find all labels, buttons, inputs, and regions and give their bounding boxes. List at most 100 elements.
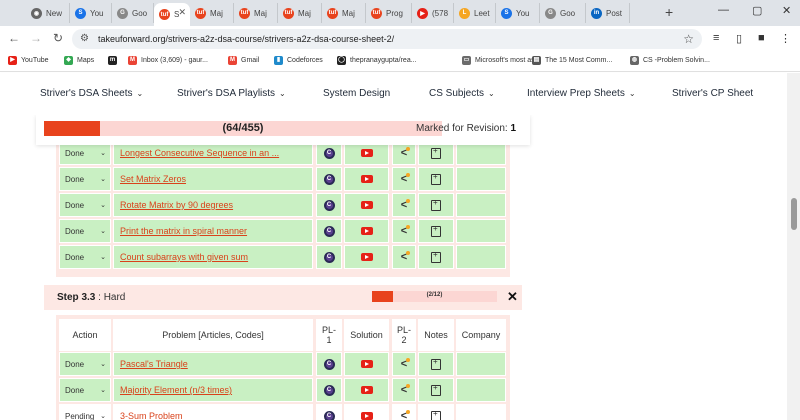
bookmark-item[interactable]: ▭ Microsoft's most as...: [462, 56, 541, 65]
browser-tab[interactable]: tuf S ✕: [154, 3, 190, 26]
status-select[interactable]: Pending ⌄: [59, 404, 111, 420]
leetcode-icon[interactable]: <: [401, 384, 411, 396]
bookmark-item[interactable]: ▶ YouTube: [8, 56, 49, 65]
scrollbar-thumb[interactable]: [791, 198, 797, 230]
step-header[interactable]: Step 3.3 : Hard (2/12) ✕: [44, 285, 522, 310]
problem-link[interactable]: 3-Sum Problem: [120, 411, 183, 420]
add-note-icon[interactable]: [431, 224, 441, 237]
youtube-icon[interactable]: [360, 227, 373, 235]
site-info-icon[interactable]: ⚙: [80, 33, 89, 44]
nav-item[interactable]: Striver's DSA Playlists ⌄: [177, 88, 286, 99]
table-cell: [344, 378, 389, 402]
page-scrollbar[interactable]: [787, 73, 800, 420]
add-note-icon[interactable]: [431, 383, 441, 396]
nav-item[interactable]: Interview Prep Sheets ⌄: [527, 88, 636, 99]
youtube-icon[interactable]: [360, 201, 373, 209]
codestudio-icon[interactable]: C: [323, 358, 335, 370]
add-note-icon[interactable]: [431, 357, 441, 370]
add-note-icon[interactable]: [431, 250, 441, 263]
add-note-icon[interactable]: [431, 172, 441, 185]
browser-tab[interactable]: in Post: [586, 3, 630, 23]
status-select[interactable]: Done ⌄: [59, 378, 111, 402]
codestudio-icon[interactable]: C: [323, 173, 335, 185]
status-select[interactable]: Done ⌄: [59, 167, 111, 191]
add-note-icon[interactable]: [431, 198, 441, 211]
bookmark-item[interactable]: ◯ thepranaygupta/rea...: [337, 56, 417, 65]
browser-tab[interactable]: tuf Prog: [366, 3, 412, 23]
youtube-icon[interactable]: [360, 412, 373, 420]
problem-link[interactable]: Rotate Matrix by 90 degrees: [120, 200, 233, 210]
youtube-icon[interactable]: [360, 175, 373, 183]
chevron-down-icon: ⌄: [100, 228, 106, 235]
maximize-icon[interactable]: ▢: [752, 4, 762, 17]
problem-link[interactable]: Majority Element (n/3 times): [120, 385, 232, 395]
side-panel-icon[interactable]: ▯: [736, 32, 742, 45]
bookmark-star-icon[interactable]: ☆: [683, 32, 694, 46]
close-tab-icon[interactable]: ✕: [178, 7, 186, 18]
add-note-icon[interactable]: [431, 409, 441, 420]
youtube-icon[interactable]: [360, 360, 373, 368]
menu-icon[interactable]: ⋮: [780, 32, 791, 45]
status-select[interactable]: Done ⌄: [59, 352, 111, 376]
browser-tab[interactable]: S You: [496, 3, 540, 23]
leetcode-icon[interactable]: <: [401, 147, 411, 159]
close-window-icon[interactable]: ✕: [782, 4, 791, 17]
nav-item[interactable]: Striver's DSA Sheets ⌄: [40, 88, 143, 99]
browser-tab[interactable]: ◉ New: [26, 3, 70, 23]
leetcode-icon[interactable]: <: [401, 199, 411, 211]
column-header-label: PL-: [396, 325, 411, 335]
browser-tab[interactable]: L Leet: [454, 3, 496, 23]
leetcode-icon[interactable]: <: [401, 410, 411, 420]
youtube-icon[interactable]: [360, 253, 373, 261]
bookmark-item[interactable]: ◍ CS -Problem Solvin...: [630, 56, 710, 65]
back-icon[interactable]: ←: [6, 31, 22, 45]
bookmark-item[interactable]: ▤ The 15 Most Comm...: [532, 56, 612, 65]
problem-link[interactable]: Count subarrays with given sum: [120, 252, 248, 262]
problem-link[interactable]: Print the matrix in spiral manner: [120, 226, 247, 236]
codestudio-icon[interactable]: C: [323, 225, 335, 237]
bookmark-item[interactable]: M Inbox (3,609) - gaur...: [128, 56, 208, 65]
problem-link[interactable]: Longest Consecutive Sequence in an ...: [120, 148, 279, 158]
browser-tab[interactable]: G Goo: [540, 3, 586, 23]
forward-icon[interactable]: →: [28, 31, 44, 45]
new-tab-icon[interactable]: +: [665, 4, 673, 20]
bookmark-item[interactable]: m: [108, 56, 117, 65]
codestudio-icon[interactable]: C: [323, 199, 335, 211]
problem-link[interactable]: Set Matrix Zeros: [120, 174, 186, 184]
bookmark-item[interactable]: ◆ Maps: [64, 56, 94, 65]
collapse-icon[interactable]: ✕: [507, 289, 518, 305]
browser-tab[interactable]: tuf Maj: [234, 3, 278, 23]
minimize-icon[interactable]: —: [718, 4, 729, 16]
codestudio-icon[interactable]: C: [323, 410, 335, 420]
status-select[interactable]: Done ⌄: [59, 245, 111, 269]
media-icon[interactable]: ≡: [713, 32, 719, 44]
nav-item[interactable]: CS Subjects ⌄: [429, 88, 495, 99]
leetcode-icon[interactable]: <: [401, 251, 411, 263]
extension-icon[interactable]: ■: [758, 32, 765, 44]
browser-tab[interactable]: tuf Maj: [190, 3, 234, 23]
bookmark-item[interactable]: ▮ Codeforces: [274, 56, 323, 65]
add-note-icon[interactable]: [431, 146, 441, 159]
browser-tab[interactable]: ▶ (578: [412, 3, 454, 23]
status-select[interactable]: Done ⌄: [59, 219, 111, 243]
youtube-icon[interactable]: [360, 386, 373, 394]
browser-tab[interactable]: S You: [70, 3, 112, 23]
table-cell: [344, 352, 389, 376]
browser-tab[interactable]: tuf Maj: [278, 3, 322, 23]
youtube-icon[interactable]: [360, 149, 373, 157]
leetcode-icon[interactable]: <: [401, 358, 411, 370]
leetcode-icon[interactable]: <: [401, 173, 411, 185]
problem-link[interactable]: Pascal's Triangle: [120, 359, 188, 369]
reload-icon[interactable]: ↻: [50, 31, 66, 45]
browser-tab[interactable]: tuf Maj: [322, 3, 366, 23]
codestudio-icon[interactable]: C: [323, 251, 335, 263]
codestudio-icon[interactable]: C: [323, 384, 335, 396]
nav-item[interactable]: Striver's CP Sheet: [672, 88, 753, 99]
codestudio-icon[interactable]: C: [323, 147, 335, 159]
bookmark-item[interactable]: M Gmail: [228, 56, 259, 65]
address-bar[interactable]: ⚙ takeuforward.org/strivers-a2z-dsa-cour…: [72, 29, 702, 49]
nav-item[interactable]: System Design: [323, 88, 390, 99]
leetcode-icon[interactable]: <: [401, 225, 411, 237]
browser-tab[interactable]: G Goo: [112, 3, 154, 23]
status-select[interactable]: Done ⌄: [59, 193, 111, 217]
